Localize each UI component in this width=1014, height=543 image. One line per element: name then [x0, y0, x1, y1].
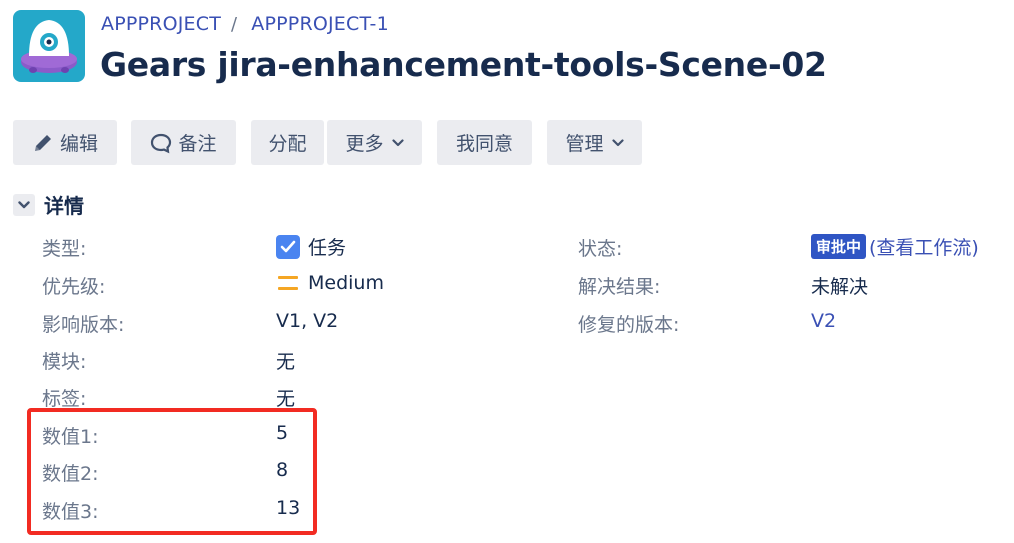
field-label-priority: 优先级: [42, 276, 106, 298]
field-value-priority-text: Medium [308, 272, 384, 294]
field-value-affects-version: V1, V2 [276, 310, 339, 332]
breadcrumb-separator: / [231, 13, 238, 35]
details-section-header[interactable]: 详情 [13, 190, 84, 219]
priority-medium-icon [278, 276, 298, 290]
comment-button-label: 备注 [178, 133, 217, 155]
more-button[interactable]: 更多 [327, 120, 422, 165]
chevron-down-icon [611, 138, 624, 146]
field-value-component: 无 [276, 351, 296, 373]
admin-button[interactable]: 管理 [547, 120, 642, 165]
assign-button-label: 分配 [268, 133, 307, 155]
pencil-icon [34, 134, 51, 151]
field-value-resolution: 未解决 [811, 276, 869, 298]
field-value-type: 任务 [276, 233, 346, 260]
chevron-down-icon [391, 138, 404, 146]
breadcrumb-issue-link[interactable]: APPPROJECT-1 [251, 13, 389, 35]
edit-button[interactable]: 编辑 [13, 120, 117, 165]
field-label-labels: 标签: [42, 388, 87, 410]
edit-button-label: 编辑 [59, 133, 98, 155]
agree-button[interactable]: 我同意 [437, 120, 532, 165]
field-label-resolution: 解决结果: [578, 276, 661, 298]
admin-button-label: 管理 [565, 133, 604, 155]
chevron-down-icon[interactable] [13, 193, 35, 216]
highlight-annotation-box [27, 408, 317, 535]
field-label-type: 类型: [42, 238, 87, 260]
project-avatar-icon[interactable] [13, 10, 85, 82]
view-workflow-link[interactable]: (查看工作流) [869, 233, 979, 260]
field-value-priority: Medium [278, 272, 384, 294]
field-label-status: 状态: [578, 238, 623, 260]
details-section-title: 详情 [44, 194, 84, 218]
page-title: Gears jira-enhancement-tools-Scene-02 [100, 45, 827, 84]
field-value-type-text: 任务 [308, 237, 347, 259]
field-value-labels: 无 [276, 388, 296, 410]
comment-bubble-icon [151, 133, 172, 153]
task-check-icon [276, 234, 300, 259]
comment-button[interactable]: 备注 [131, 120, 236, 165]
agree-button-label: 我同意 [455, 133, 513, 155]
field-label-fix-version: 修复的版本: [578, 314, 680, 336]
field-label-affects-version: 影响版本: [42, 314, 125, 336]
more-button-label: 更多 [345, 133, 384, 155]
status-badge: 审批中 [811, 234, 867, 259]
breadcrumb-project-link[interactable]: APPPROJECT [101, 13, 221, 35]
field-value-status: 审批中 (查看工作流) [811, 233, 979, 260]
assign-button[interactable]: 分配 [251, 120, 324, 165]
field-label-component: 模块: [42, 351, 87, 373]
field-value-fix-version[interactable]: V2 [811, 310, 836, 332]
breadcrumb: APPPROJECT / APPPROJECT-1 [101, 13, 389, 35]
